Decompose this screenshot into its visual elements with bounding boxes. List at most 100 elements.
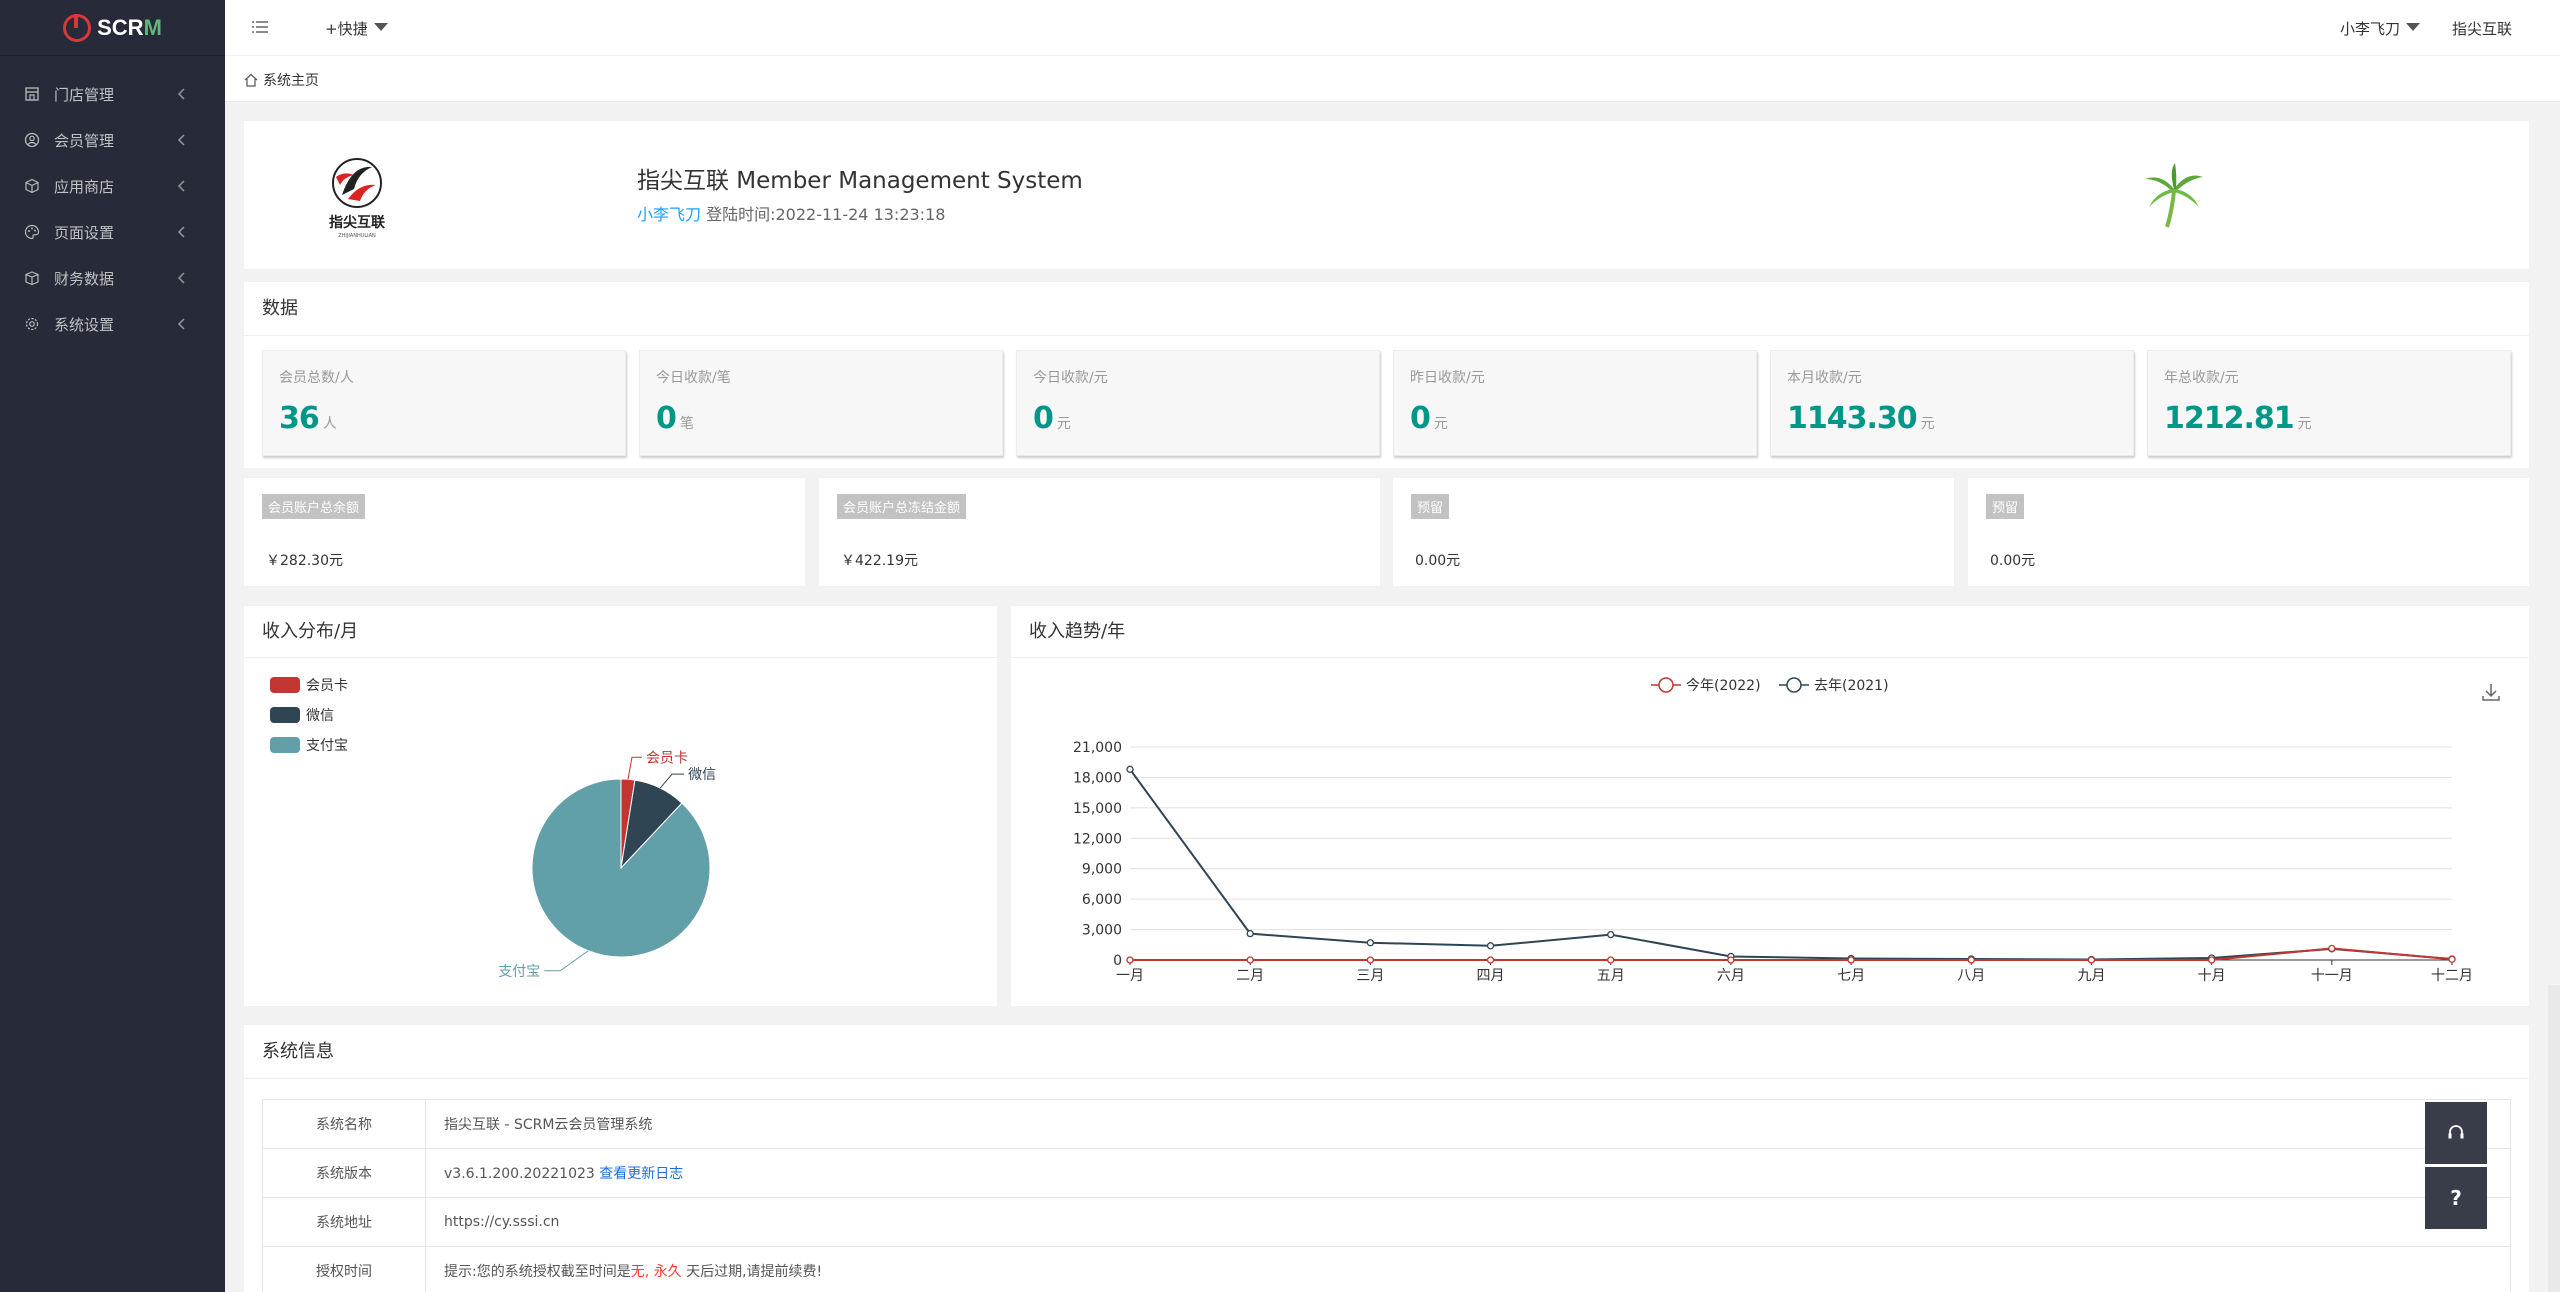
sidebar-item-label: 应用商店 (54, 177, 115, 196)
x-tick-label: 七月 (1837, 968, 1865, 984)
brand-logo: 指尖互联 ZHIJIANHULIAN (329, 158, 386, 239)
x-tick-label: 六月 (1717, 968, 1745, 984)
pie-label: 支付宝 (498, 964, 540, 980)
pie-leader-line (659, 773, 685, 789)
logo-subcaption: ZHIJIANHULIAN (338, 233, 376, 239)
balance-value: ￥422.19元 (841, 553, 918, 569)
stat-card-today-count: 今日收款/笔 0笔 (639, 350, 1003, 456)
login-user[interactable]: 小李飞刀 (637, 205, 701, 224)
data-point (2207, 956, 2216, 964)
sidebar-item-system-settings[interactable]: 系统设置 (0, 301, 225, 347)
pie-chart: 会员卡微信支付宝会员卡微信支付宝 (270, 677, 716, 980)
pie-label: 微信 (688, 767, 716, 783)
data-point (1126, 765, 1134, 773)
breadcrumb[interactable]: 系统主页 (243, 70, 319, 90)
sidebar-item-app-store[interactable]: 应用商店 (0, 163, 225, 209)
stat-unit: 元 (1433, 416, 1448, 432)
sidebar-item-members[interactable]: 会员管理 (0, 117, 225, 163)
data-point (1847, 956, 1855, 964)
x-tick-label: 三月 (1356, 968, 1384, 984)
balance-value: 0.00元 (1990, 553, 2036, 569)
stat-value: 36 (279, 401, 320, 436)
y-tick-label: 12,000 (1073, 831, 1122, 847)
sidebar-item-page-settings[interactable]: 页面设置 (0, 209, 225, 255)
help-button[interactable]: ? (2425, 1167, 2487, 1229)
x-tick-label: 四月 (1477, 968, 1505, 984)
data-point (1126, 956, 1134, 964)
sidebar-item-store[interactable]: 门店管理 (0, 71, 225, 117)
breadcrumb-bar: 系统主页 (225, 56, 2560, 102)
chevron-left-icon (177, 88, 185, 100)
data-point (1366, 939, 1375, 947)
data-point (2328, 944, 2336, 953)
stat-unit: 笔 (679, 416, 694, 432)
breadcrumb-home: 系统主页 (263, 73, 319, 89)
data-point (1366, 956, 1375, 964)
sysinfo-key: 系统版本 (262, 1148, 426, 1198)
data-stats-card: 数据 会员总数/人 36 人 今日收款/笔 0笔 今日收款/元 0元 昨日收款/元… (244, 282, 2529, 468)
app-logo[interactable]: SCRM (0, 0, 225, 56)
system-title: 指尖互联 Member Management System (637, 168, 1083, 194)
data-point (1246, 956, 1254, 964)
sidebar: SCRM 门店管理 会员管理 应用商店 页面设置 财务数据 系统设置 (0, 0, 225, 1292)
stat-value: 0 (1410, 401, 1431, 436)
y-tick-label: 0 (1113, 953, 1122, 969)
page-scrollbar[interactable] (2548, 985, 2560, 1292)
menu-toggle-icon[interactable] (249, 16, 271, 38)
y-tick-label: 9,000 (1082, 862, 1122, 878)
y-tick-label: 15,000 (1073, 801, 1122, 817)
palm-tree-icon (2145, 163, 2203, 228)
legend-label: 会员卡 (306, 678, 348, 694)
balance-label: 预留 (1986, 494, 2025, 519)
data-point (1246, 929, 1254, 938)
box-icon (24, 270, 40, 286)
balance-label: 会员账户总余额 (262, 494, 366, 519)
x-tick-label: 八月 (1957, 968, 1985, 984)
stat-unit: 人 (322, 416, 337, 432)
sidebar-item-finance[interactable]: 财务数据 (0, 255, 225, 301)
x-tick-label: 十二月 (2431, 968, 2473, 984)
legend-label: 去年(2021) (1814, 678, 1889, 694)
balance-card-reserved-1: 预留 0.00元 (1393, 478, 1954, 586)
logo-text-accent: M (143, 14, 162, 40)
chevron-left-icon (177, 318, 185, 330)
y-tick-label: 6,000 (1082, 892, 1122, 908)
palette-icon (24, 224, 40, 240)
data-point (1727, 956, 1735, 964)
home-icon (244, 73, 258, 87)
sysinfo-value: https://cy.sssi.cn (425, 1197, 2511, 1247)
pie-leader-line (627, 756, 642, 780)
sidebar-item-label: 页面设置 (54, 223, 115, 242)
user-menu-dropdown[interactable]: 小李飞刀 (2340, 18, 2420, 39)
caret-down-icon (373, 23, 388, 31)
stat-label: 本月收款/元 (1787, 370, 1862, 386)
chevron-left-icon (177, 226, 185, 238)
stat-label: 昨日收款/元 (1410, 370, 1485, 386)
brand-link[interactable]: 指尖互联 (2452, 18, 2512, 39)
stat-label: 今日收款/笔 (656, 370, 731, 386)
table-row: 系统名称 指尖互联 - SCRM云会员管理系统 (262, 1099, 2511, 1149)
stat-unit: 元 (1920, 416, 1935, 432)
stat-value: 1212.81 (2164, 401, 2295, 436)
data-point (2087, 956, 2096, 964)
balance-card-reserved-2: 预留 0.00元 (1968, 478, 2529, 586)
data-point (1486, 956, 1495, 964)
customer-service-button[interactable] (2425, 1102, 2487, 1164)
table-row: 系统地址 https://cy.sssi.cn (262, 1197, 2511, 1247)
stat-card-year-amount: 年总收款/元 1212.81 元 (2147, 350, 2511, 456)
quick-menu-label: +快捷 (325, 20, 368, 38)
income-trend-card: 收入趋势/年 今年(2022) 去年(2021) 0 3,000 6,000 9,000 1… (1011, 606, 2529, 1006)
logo-text: SCR (97, 14, 144, 40)
stat-unit: 元 (1056, 416, 1071, 432)
legend-label: 今年(2022) (1686, 678, 1761, 694)
quick-menu-dropdown[interactable]: +快捷 (325, 18, 388, 39)
sysinfo-value: v3.6.1.200.20221023 (444, 1166, 595, 1182)
download-icon[interactable] (2479, 680, 2503, 704)
cube-icon (24, 178, 40, 194)
balance-card-frozen: 会员账户总冻结金额 ￥422.19元 (819, 478, 1380, 586)
changelog-link[interactable]: 查看更新日志 (599, 1166, 683, 1182)
x-tick-label: 五月 (1597, 968, 1625, 984)
caret-down-icon (2406, 23, 2420, 31)
legend-label: 微信 (306, 708, 334, 724)
data-point (1967, 956, 1975, 964)
